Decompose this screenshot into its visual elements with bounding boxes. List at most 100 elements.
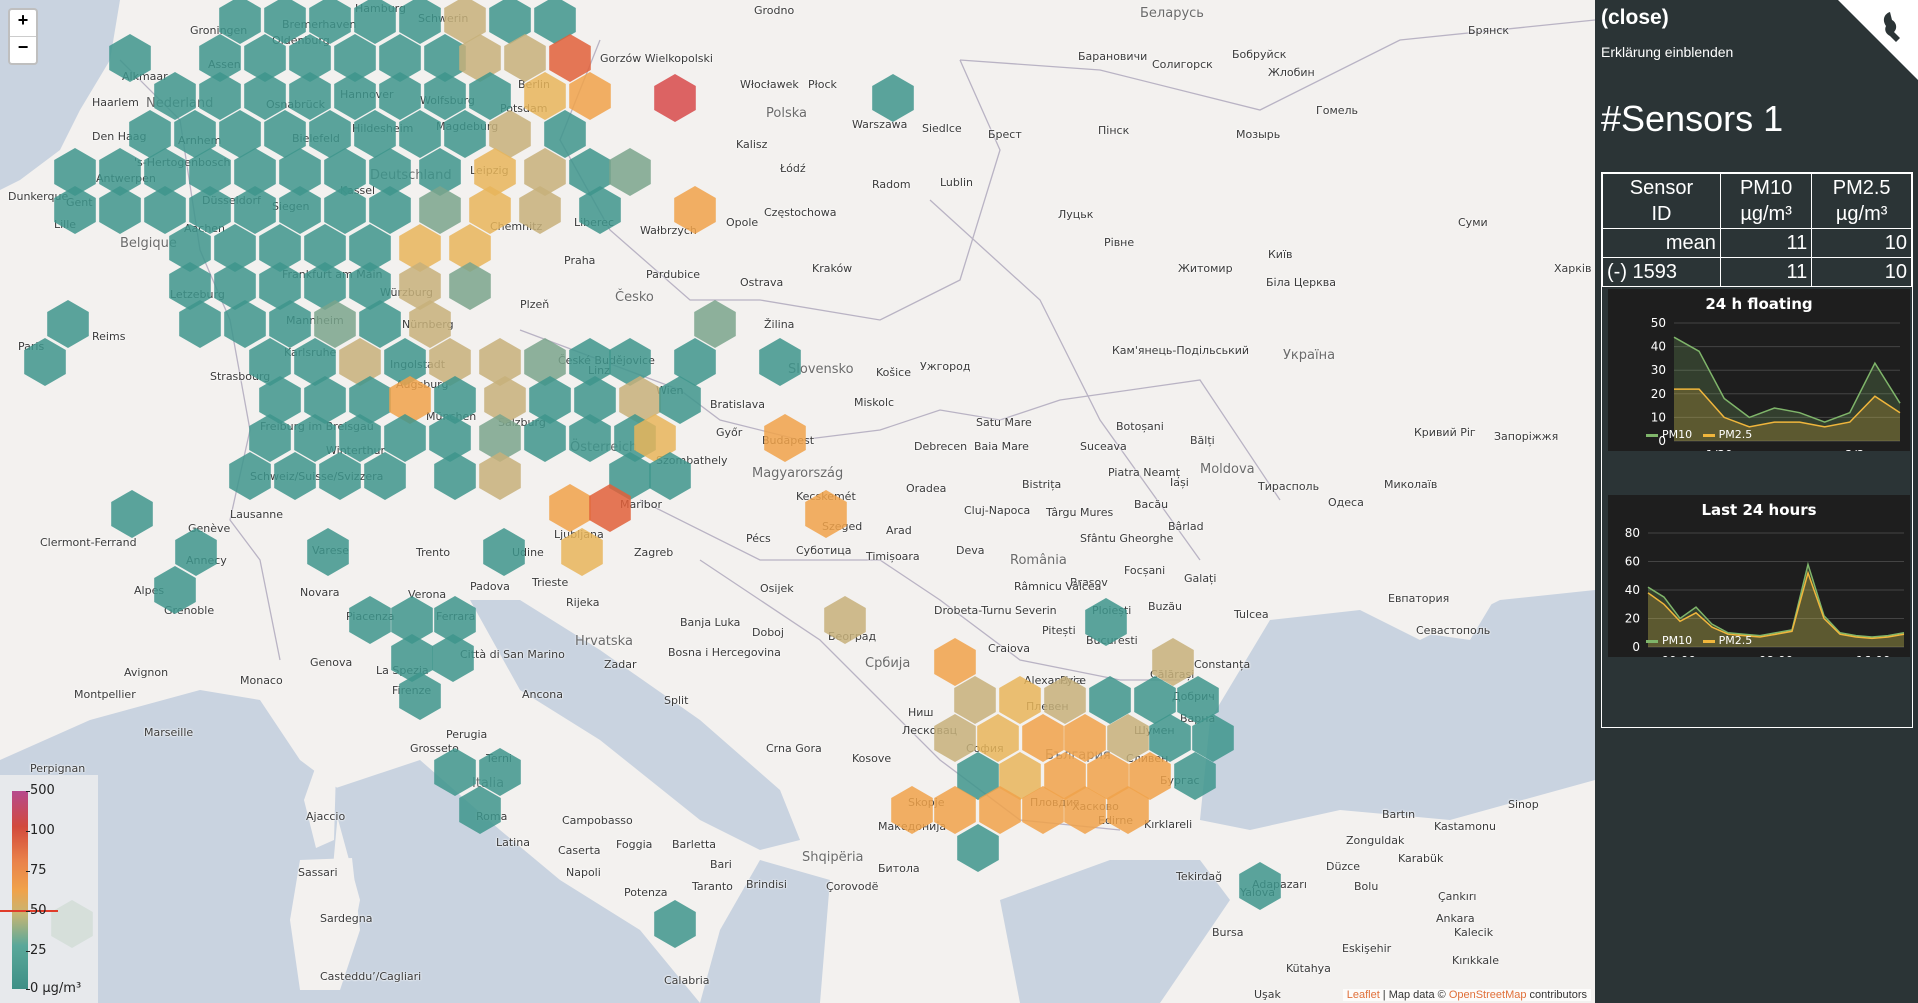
sensor-hexagon[interactable]: [544, 110, 586, 158]
table-header-row: Sensor ID PM10 µg/m³ PM2.5 µg/m³: [1602, 173, 1912, 229]
sensor-hexagon[interactable]: [524, 338, 566, 386]
sensor-hexagon[interactable]: [424, 72, 466, 120]
sensor-hexagon[interactable]: [524, 148, 566, 196]
sensor-hexagon[interactable]: [1044, 676, 1086, 724]
sensor-hexagon[interactable]: [434, 748, 476, 796]
sensor-hexagon[interactable]: [379, 72, 421, 120]
map-view[interactable]: NederlandDeutschlandPolskaČeskoSlovensko…: [0, 0, 1595, 1003]
zoom-out-button[interactable]: −: [10, 36, 36, 63]
sensor-hexagon[interactable]: [229, 452, 271, 500]
sensor-hexagon[interactable]: [1085, 598, 1127, 646]
osm-link[interactable]: OpenStreetMap: [1449, 989, 1527, 1001]
sensor-hexagon[interactable]: [479, 748, 521, 796]
sensor-hexagon[interactable]: [319, 452, 361, 500]
sensor-hexagon[interactable]: [199, 72, 241, 120]
sensor-hex-layer[interactable]: [0, 0, 1595, 1003]
sensor-hexagon[interactable]: [694, 300, 736, 348]
sensor-hexagon[interactable]: [364, 452, 406, 500]
sensor-hexagon[interactable]: [369, 186, 411, 234]
sensor-hexagon[interactable]: [934, 714, 976, 762]
sensor-hexagon[interactable]: [519, 186, 561, 234]
sensor-hexagon[interactable]: [429, 338, 471, 386]
table-row[interactable]: (-) 1593 11 10: [1602, 257, 1912, 287]
sensor-hexagon[interactable]: [449, 262, 491, 310]
sensor-hexagon[interactable]: [1022, 714, 1064, 762]
sensor-hexagon[interactable]: [483, 528, 525, 576]
sensor-hexagon[interactable]: [111, 490, 153, 538]
sensor-hexagon[interactable]: [805, 490, 847, 538]
sensor-hexagon[interactable]: [434, 376, 476, 424]
sensor-hexagon[interactable]: [999, 676, 1041, 724]
sensor-hexagon[interactable]: [384, 414, 426, 462]
sensor-hexagon[interactable]: [977, 714, 1019, 762]
sensor-hexagon[interactable]: [307, 528, 349, 576]
sensor-hexagon[interactable]: [429, 414, 471, 462]
sensor-hexagon[interactable]: [419, 186, 461, 234]
sensor-hexagon[interactable]: [954, 676, 996, 724]
sensor-hexagon[interactable]: [324, 186, 366, 234]
sensor-hexagon[interactable]: [175, 528, 217, 576]
sensor-hexagon[interactable]: [279, 186, 321, 234]
close-link[interactable]: (close): [1601, 6, 1669, 30]
y-tick-label: 10: [1651, 410, 1666, 424]
sensor-hexagon[interactable]: [759, 338, 801, 386]
sensor-hexagon[interactable]: [934, 638, 976, 686]
sensor-hexagon[interactable]: [389, 376, 431, 424]
sensor-hexagon[interactable]: [99, 186, 141, 234]
sensor-hexagon[interactable]: [469, 186, 511, 234]
sensor-hexagon[interactable]: [274, 452, 316, 500]
sensor-hexagon[interactable]: [479, 452, 521, 500]
sensor-hexagon[interactable]: [569, 414, 611, 462]
sensor-hexagon[interactable]: [234, 186, 276, 234]
sensor-hexagon[interactable]: [569, 72, 611, 120]
sensor-hexagon[interactable]: [54, 186, 96, 234]
sensor-hexagon[interactable]: [872, 74, 914, 122]
explain-link[interactable]: Erklärung einblenden: [1601, 44, 1733, 60]
sensor-hexagon[interactable]: [524, 72, 566, 120]
sensor-hexagon[interactable]: [654, 74, 696, 122]
sensor-hexagon[interactable]: [399, 110, 441, 158]
sensor-hexagon[interactable]: [524, 414, 566, 462]
sensor-hexagon[interactable]: [574, 376, 616, 424]
sensor-hexagon[interactable]: [24, 338, 66, 386]
sensor-hexagon[interactable]: [609, 148, 651, 196]
sensor-hexagon[interactable]: [561, 528, 603, 576]
sensor-hexagon[interactable]: [654, 900, 696, 948]
sensor-hexagon[interactable]: [459, 786, 501, 834]
sensor-hexagon[interactable]: [764, 414, 806, 462]
sensor-hexagon[interactable]: [549, 484, 591, 532]
row-label[interactable]: (-) 1593: [1602, 257, 1721, 287]
sensor-hexagon[interactable]: [399, 672, 441, 720]
sensor-hexagon[interactable]: [484, 376, 526, 424]
sensor-hexagon[interactable]: [674, 186, 716, 234]
sensor-hexagon[interactable]: [891, 786, 933, 834]
sensor-hexagon[interactable]: [349, 596, 391, 644]
sensor-hexagon[interactable]: [479, 338, 521, 386]
sensor-hexagon[interactable]: [154, 72, 196, 120]
github-corner-icon[interactable]: [1838, 0, 1918, 80]
sensor-hexagon[interactable]: [154, 566, 196, 614]
sensor-hexagon[interactable]: [432, 634, 474, 682]
sensor-hexagon[interactable]: [391, 634, 433, 682]
sensor-hexagon[interactable]: [334, 72, 376, 120]
sensors-title: #Sensors 1: [1601, 98, 1784, 139]
sensor-hexagon[interactable]: [289, 72, 331, 120]
sensor-hexagon[interactable]: [144, 186, 186, 234]
sensor-hexagon[interactable]: [529, 376, 571, 424]
sensor-hexagon[interactable]: [434, 452, 476, 500]
sensor-hexagon[interactable]: [824, 596, 866, 644]
sensor-hexagon[interactable]: [1064, 714, 1106, 762]
sensor-hexagon[interactable]: [384, 338, 426, 386]
sensor-hexagon[interactable]: [109, 34, 151, 82]
sensor-hexagon[interactable]: [244, 72, 286, 120]
sensor-hexagon[interactable]: [189, 186, 231, 234]
sensor-hexagon[interactable]: [957, 824, 999, 872]
sensor-hexagon[interactable]: [47, 300, 89, 348]
sensor-hexagon[interactable]: [569, 338, 611, 386]
leaflet-link[interactable]: Leaflet: [1347, 989, 1380, 1001]
sensor-hexagon[interactable]: [444, 110, 486, 158]
sensor-hexagon[interactable]: [1239, 862, 1281, 910]
table-row: mean 11 10: [1602, 228, 1912, 258]
zoom-in-button[interactable]: +: [10, 10, 36, 36]
row-pm25: 10: [1811, 228, 1912, 258]
